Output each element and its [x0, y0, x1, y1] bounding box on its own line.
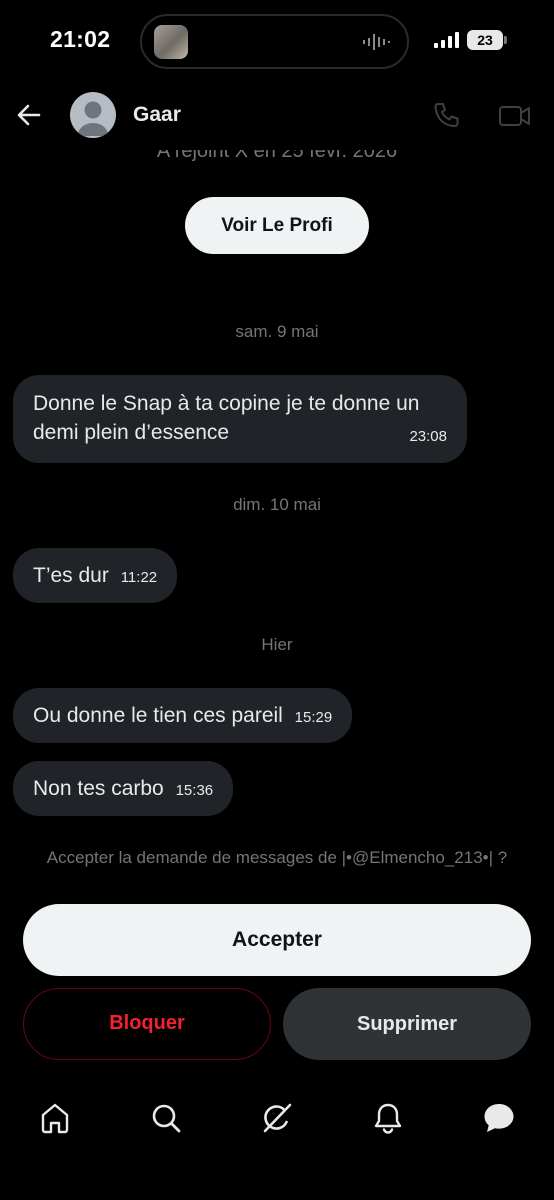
contact-name[interactable]: Gaar	[133, 103, 181, 127]
dynamic-island[interactable]	[140, 14, 409, 69]
default-avatar-icon	[77, 101, 109, 136]
notifications-icon[interactable]	[370, 1100, 406, 1136]
block-button[interactable]: Bloquer	[23, 988, 271, 1060]
search-icon[interactable]	[148, 1100, 184, 1136]
conversation-header: Gaar	[0, 80, 554, 150]
home-icon[interactable]	[37, 1100, 73, 1136]
message-request-prompt: Accepter la demande de messages de |•@El…	[46, 848, 508, 867]
message-bubble[interactable]: Donne le Snap à ta copine je te donne un…	[13, 375, 467, 463]
message-time: 11:22	[120, 569, 158, 586]
battery-tip	[504, 36, 507, 44]
status-time: 21:02	[50, 26, 111, 52]
message-text: T’es dur	[33, 564, 109, 587]
avatar[interactable]	[70, 92, 116, 138]
status-bar: 21:02 23	[0, 0, 554, 80]
view-profile-button[interactable]: Voir Le Profi	[185, 197, 369, 254]
cellular-signal-icon	[434, 32, 459, 48]
audio-wave-icon	[363, 34, 390, 50]
accept-button[interactable]: Accepter	[23, 904, 531, 976]
messages-icon[interactable]	[481, 1100, 517, 1136]
message-time: 15:36	[175, 782, 214, 799]
media-thumbnail	[154, 25, 188, 59]
battery-indicator: 23	[467, 30, 503, 50]
message-time: 23:08	[409, 428, 447, 445]
back-arrow-icon[interactable]	[12, 98, 46, 132]
message-bubble[interactable]: T’es dur 11:22	[13, 548, 178, 603]
bottom-navigation	[0, 1090, 554, 1145]
date-separator: dim. 10 mai	[233, 495, 321, 514]
date-separator: Hier	[261, 635, 293, 654]
delete-button[interactable]: Supprimer	[283, 988, 531, 1060]
video-camera-icon[interactable]	[497, 100, 533, 132]
message-text: Donne le Snap à ta copine je te donne un…	[33, 392, 420, 444]
message-time: 15:29	[294, 709, 333, 726]
date-separator: sam. 9 mai	[235, 322, 319, 341]
message-text: Non tes carbo	[33, 777, 164, 800]
message-bubble[interactable]: Non tes carbo 15:36	[13, 761, 234, 816]
message-text: Ou donne le tien ces pareil	[33, 704, 283, 727]
message-bubble[interactable]: Ou donne le tien ces pareil 15:29	[13, 688, 353, 743]
phone-icon[interactable]	[431, 100, 463, 132]
grok-icon[interactable]	[259, 1100, 295, 1136]
